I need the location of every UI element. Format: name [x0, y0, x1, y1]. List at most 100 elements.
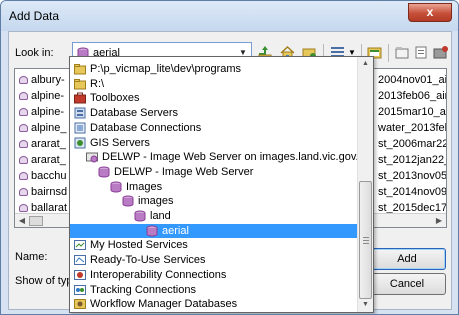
- dropdown-item[interactable]: Database Connections: [70, 121, 359, 135]
- dropdown-item[interactable]: images: [70, 194, 359, 208]
- dropdown-item[interactable]: land: [70, 209, 359, 223]
- grip-line: [363, 237, 369, 238]
- dropdown-item[interactable]: Interoperability Connections: [70, 268, 359, 282]
- dropdown-item-label: Database Servers: [90, 107, 179, 120]
- dropdown-item[interactable]: Workflow Manager Databases: [70, 297, 359, 311]
- workflow-icon: [74, 299, 86, 310]
- raster-icon: [19, 76, 28, 84]
- geodatabase-icon[interactable]: [432, 44, 449, 61]
- dropdown-item[interactable]: GIS Servers: [70, 136, 359, 150]
- raster-icon: [19, 124, 28, 132]
- dropdown-item-label: Images: [126, 180, 163, 193]
- dropdown-item-label: land: [150, 210, 171, 222]
- raster-icon: [19, 188, 28, 196]
- new-folder-icon[interactable]: [394, 44, 411, 61]
- ready-services-icon: [74, 255, 86, 266]
- image-service-icon: [98, 166, 110, 178]
- image-service-icon: [110, 181, 122, 193]
- raster-icon: [19, 92, 28, 100]
- image-service-icon: [146, 225, 158, 237]
- folder-icon: [74, 78, 86, 90]
- look-in-dropdown[interactable]: Workflow Manager Databases Tracking Conne…: [69, 56, 374, 313]
- list-item[interactable]: 2013feb06_air_vis: [378, 88, 446, 104]
- dropdown-item-label: Tracking Connections: [90, 283, 196, 296]
- toolbox-icon: [74, 92, 86, 104]
- list-item[interactable]: 2015mar10_air_vi: [378, 104, 446, 120]
- raster-icon: [19, 140, 28, 148]
- dropdown-item[interactable]: aerial: [70, 223, 359, 238]
- scroll-down-icon[interactable]: ▼: [358, 298, 373, 312]
- dropdown-item-label: P:\p_vicmap_lite\dev\programs: [90, 63, 242, 75]
- dropdown-item-label: aerial: [162, 224, 189, 237]
- name-label: Name:: [15, 251, 48, 263]
- list-item[interactable]: bairnsd: [17, 184, 77, 200]
- list-item[interactable]: st_2012jan22_air: [378, 152, 446, 168]
- file-list-left-column: albury- alpine- alpine- alpine_ ararat_ …: [17, 72, 77, 216]
- raster-icon: [19, 108, 28, 116]
- dropdown-item[interactable]: Database Servers: [70, 106, 359, 120]
- cancel-button[interactable]: Cancel: [368, 273, 446, 295]
- dropdown-item-label: Workflow Manager Databases: [90, 298, 238, 311]
- dropdown-item-label: Ready-To-Use Services: [90, 254, 206, 267]
- database-server-icon: [74, 107, 86, 119]
- dropdown-item[interactable]: Toolboxes: [70, 91, 359, 105]
- list-item[interactable]: st_2006mar22_ai: [378, 136, 446, 152]
- dropdown-item[interactable]: R:\: [70, 77, 359, 91]
- list-item[interactable]: st_2014nov09_ai: [378, 184, 446, 200]
- hosted-services-icon: [74, 240, 86, 251]
- dropdown-item-label: Interoperability Connections: [90, 268, 227, 281]
- scroll-right-icon[interactable]: ▶: [432, 214, 446, 227]
- dropdown-item-label: Database Connections: [90, 121, 202, 134]
- dropdown-item[interactable]: DELWP - Image Web Server on images.land.…: [70, 150, 371, 164]
- dialog-title: Add Data: [9, 9, 60, 23]
- scroll-up-icon[interactable]: ▲: [358, 57, 373, 71]
- dropdown-item-label: My Hosted Services: [90, 239, 188, 252]
- add-data-dialog: Add Data x Look in: aerial ▼ ▼ albury- a…: [0, 0, 459, 315]
- scrollbar-thumb[interactable]: [359, 181, 372, 299]
- dropdown-item[interactable]: Ready-To-Use Services: [70, 253, 359, 267]
- grip-line: [363, 243, 369, 244]
- image-service-icon: [134, 210, 146, 222]
- close-button[interactable]: x: [408, 3, 452, 22]
- gis-servers-icon: [74, 137, 86, 148]
- vertical-scrollbar[interactable]: ▲ ▼: [357, 57, 373, 312]
- list-item[interactable]: ararat_: [17, 136, 77, 152]
- list-item[interactable]: albury-: [17, 72, 77, 88]
- list-item[interactable]: ararat_: [17, 152, 77, 168]
- folder-icon: [74, 64, 86, 75]
- raster-icon: [19, 172, 28, 180]
- list-item[interactable]: bacchu: [17, 168, 77, 184]
- title-bar: Add Data x: [1, 1, 458, 31]
- interop-icon: [74, 269, 86, 280]
- dropdown-item-label: images: [138, 195, 174, 208]
- list-item[interactable]: water_2013feb06: [378, 120, 446, 136]
- add-button[interactable]: Add: [368, 248, 446, 270]
- database-connections-icon: [74, 122, 86, 134]
- dropdown-item[interactable]: Tracking Connections: [70, 283, 359, 297]
- dropdown-item-label: GIS Servers: [90, 136, 150, 149]
- list-item[interactable]: 2004nov01_air_vi: [378, 72, 446, 88]
- dropdown-item-label: DELWP - Image Web Server: [114, 165, 254, 178]
- show-type-label: Show of typ: [15, 275, 73, 287]
- dropdown-item[interactable]: P:\p_vicmap_lite\dev\programs: [70, 62, 359, 76]
- list-item[interactable]: alpine_: [17, 120, 77, 136]
- raster-icon: [19, 156, 28, 164]
- scroll-left-icon[interactable]: ◀: [15, 214, 29, 227]
- list-item[interactable]: st_2013nov05_ai: [378, 168, 446, 184]
- properties-icon[interactable]: [413, 44, 430, 61]
- image-server-icon: [86, 152, 98, 163]
- look-in-label: Look in:: [15, 47, 54, 59]
- toolbar-separator: [388, 44, 389, 62]
- file-list-right-column: 2004nov01_air_vi 2013feb06_air_vis 2015m…: [378, 72, 446, 216]
- list-item[interactable]: alpine-: [17, 104, 77, 120]
- image-service-icon: [122, 195, 134, 207]
- dropdown-item-label: DELWP - Image Web Server on images.land.…: [102, 151, 371, 164]
- dropdown-item-label: Toolboxes: [90, 92, 140, 105]
- dropdown-item[interactable]: DELWP - Image Web Server: [70, 165, 359, 179]
- scrollbar-thumb[interactable]: [29, 216, 43, 226]
- dropdown-item[interactable]: Images: [70, 180, 359, 194]
- dropdown-item-label: R:\: [90, 77, 105, 90]
- list-item[interactable]: alpine-: [17, 88, 77, 104]
- raster-icon: [19, 204, 28, 212]
- dropdown-item[interactable]: My Hosted Services: [70, 238, 359, 252]
